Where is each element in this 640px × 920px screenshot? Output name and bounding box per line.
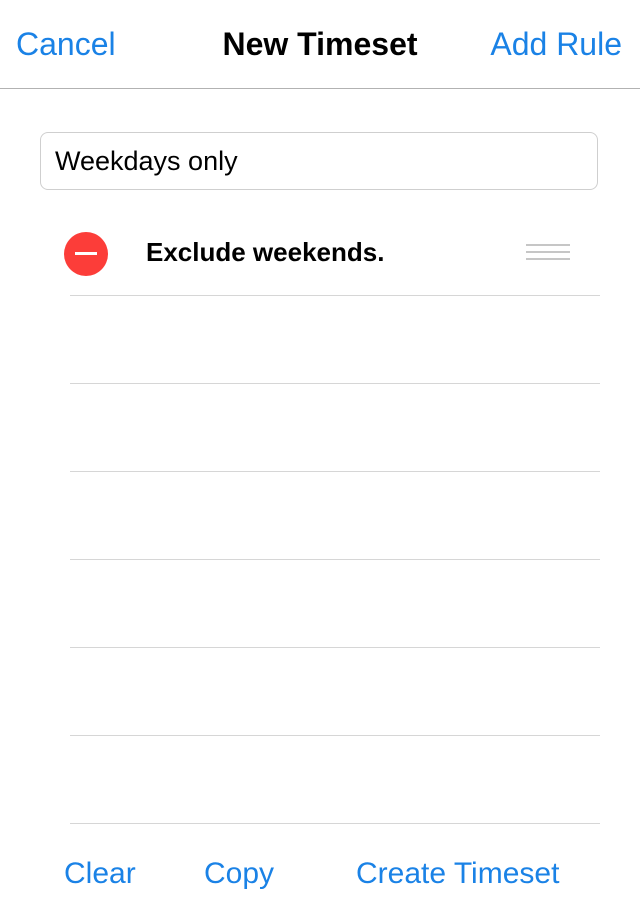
delete-rule-button[interactable] <box>64 232 108 276</box>
empty-row <box>70 472 600 560</box>
rule-label: Exclude weekends. <box>146 237 385 267</box>
create-timeset-button[interactable]: Create Timeset <box>356 856 559 892</box>
empty-row <box>70 648 600 736</box>
navigation-bar: Cancel New Timeset Add Rule <box>0 0 640 89</box>
add-rule-button[interactable]: Add Rule <box>490 24 622 64</box>
clear-button[interactable]: Clear <box>64 856 136 892</box>
empty-row <box>70 560 600 648</box>
minus-circle-icon <box>75 252 97 255</box>
drag-handle-icon[interactable] <box>526 244 570 262</box>
empty-row <box>70 296 600 384</box>
copy-button[interactable]: Copy <box>204 856 274 892</box>
timeset-name-field[interactable]: Weekdays only <box>40 132 598 190</box>
empty-row <box>70 384 600 472</box>
empty-row <box>70 736 600 824</box>
